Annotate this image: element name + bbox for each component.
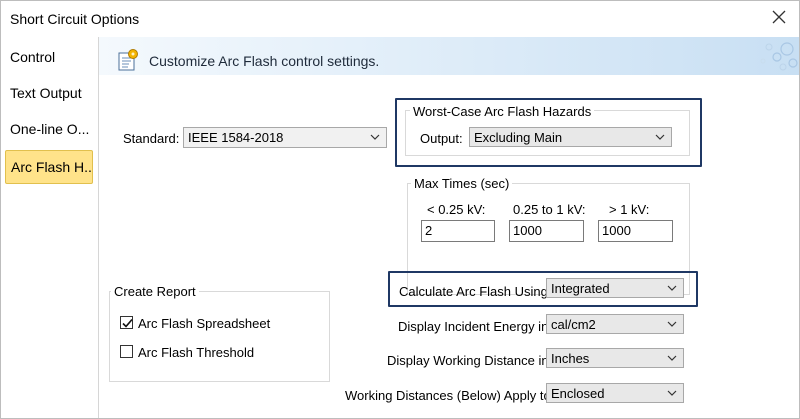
working-distances-apply-label: Working Distances (Below) Apply to: <box>345 388 555 403</box>
max-time-value-low: 2 <box>425 223 433 238</box>
calculate-label: Calculate Arc Flash Using: <box>399 284 552 299</box>
sidebar-item-control[interactable]: Control <box>5 41 93 73</box>
max-times-title: Max Times (sec) <box>411 176 513 191</box>
chevron-down-icon <box>667 321 677 327</box>
standard-value: IEEE 1584-2018 <box>188 130 284 145</box>
decorative-bubbles-icon <box>760 42 798 71</box>
close-button[interactable] <box>769 7 789 27</box>
max-time-input-high[interactable]: 1000 <box>598 220 673 242</box>
max-time-value-mid: 1000 <box>513 223 542 238</box>
working-distances-apply-value: Enclosed <box>551 386 605 401</box>
incident-energy-dropdown[interactable]: cal/cm2 <box>546 314 684 334</box>
chevron-down-icon <box>667 390 677 396</box>
chevron-down-icon <box>370 134 380 140</box>
sidebar-item-arc-flash-hazards[interactable]: Arc Flash H... <box>5 150 93 184</box>
arc-flash-settings-panel: Customize Arc Flash control settings. St… <box>99 37 799 418</box>
panel-header: Customize Arc Flash control settings. <box>99 37 799 75</box>
output-label: Output: <box>420 131 463 146</box>
arc-flash-threshold-label: Arc Flash Threshold <box>138 345 255 360</box>
sidebar-item-one-line-output[interactable]: One-line O... <box>5 113 93 145</box>
incident-energy-value: cal/cm2 <box>551 317 596 332</box>
incident-energy-label: Display Incident Energy in: <box>398 319 552 334</box>
max-time-label-mid: 0.25 to 1 kV: <box>513 202 586 217</box>
title-bar: Short Circuit Options <box>1 1 799 37</box>
standard-dropdown[interactable]: IEEE 1584-2018 <box>183 127 387 148</box>
max-time-value-high: 1000 <box>602 223 631 238</box>
sidebar-item-text-output[interactable]: Text Output <box>5 77 93 109</box>
create-report-group <box>109 291 330 382</box>
max-time-input-low[interactable]: 2 <box>421 220 495 242</box>
arc-flash-spreadsheet-label: Arc Flash Spreadsheet <box>138 316 271 331</box>
panel-header-text: Customize Arc Flash control settings. <box>149 53 380 69</box>
checkmark-icon <box>122 318 133 328</box>
worst-case-title: Worst-Case Arc Flash Hazards <box>410 104 595 119</box>
working-distance-dropdown[interactable]: Inches <box>546 348 684 368</box>
max-time-label-low: < 0.25 kV: <box>427 202 486 217</box>
max-time-input-mid[interactable]: 1000 <box>509 220 584 242</box>
chevron-down-icon <box>655 134 665 140</box>
calculate-dropdown[interactable]: Integrated <box>546 278 684 298</box>
close-icon <box>772 10 786 24</box>
window-title: Short Circuit Options <box>10 11 140 27</box>
output-dropdown[interactable]: Excluding Main <box>469 127 672 147</box>
arc-flash-spreadsheet-checkbox[interactable] <box>120 316 133 329</box>
short-circuit-options-window: Short Circuit Options Control Text Outpu… <box>0 0 800 419</box>
chevron-down-icon <box>667 355 677 361</box>
arc-flash-threshold-checkbox[interactable] <box>120 345 133 358</box>
create-report-title: Create Report <box>111 284 199 299</box>
calculate-value: Integrated <box>551 281 610 296</box>
settings-document-icon <box>118 49 138 71</box>
standard-label: Standard: <box>123 131 180 146</box>
working-distance-label: Display Working Distance in: <box>387 353 553 368</box>
working-distance-value: Inches <box>551 351 590 366</box>
working-distances-apply-dropdown[interactable]: Enclosed <box>546 383 684 403</box>
chevron-down-icon <box>667 285 677 291</box>
options-sidebar: Control Text Output One-line O... Arc Fl… <box>1 37 99 418</box>
max-time-label-high: > 1 kV: <box>609 202 650 217</box>
output-value: Excluding Main <box>474 130 563 145</box>
